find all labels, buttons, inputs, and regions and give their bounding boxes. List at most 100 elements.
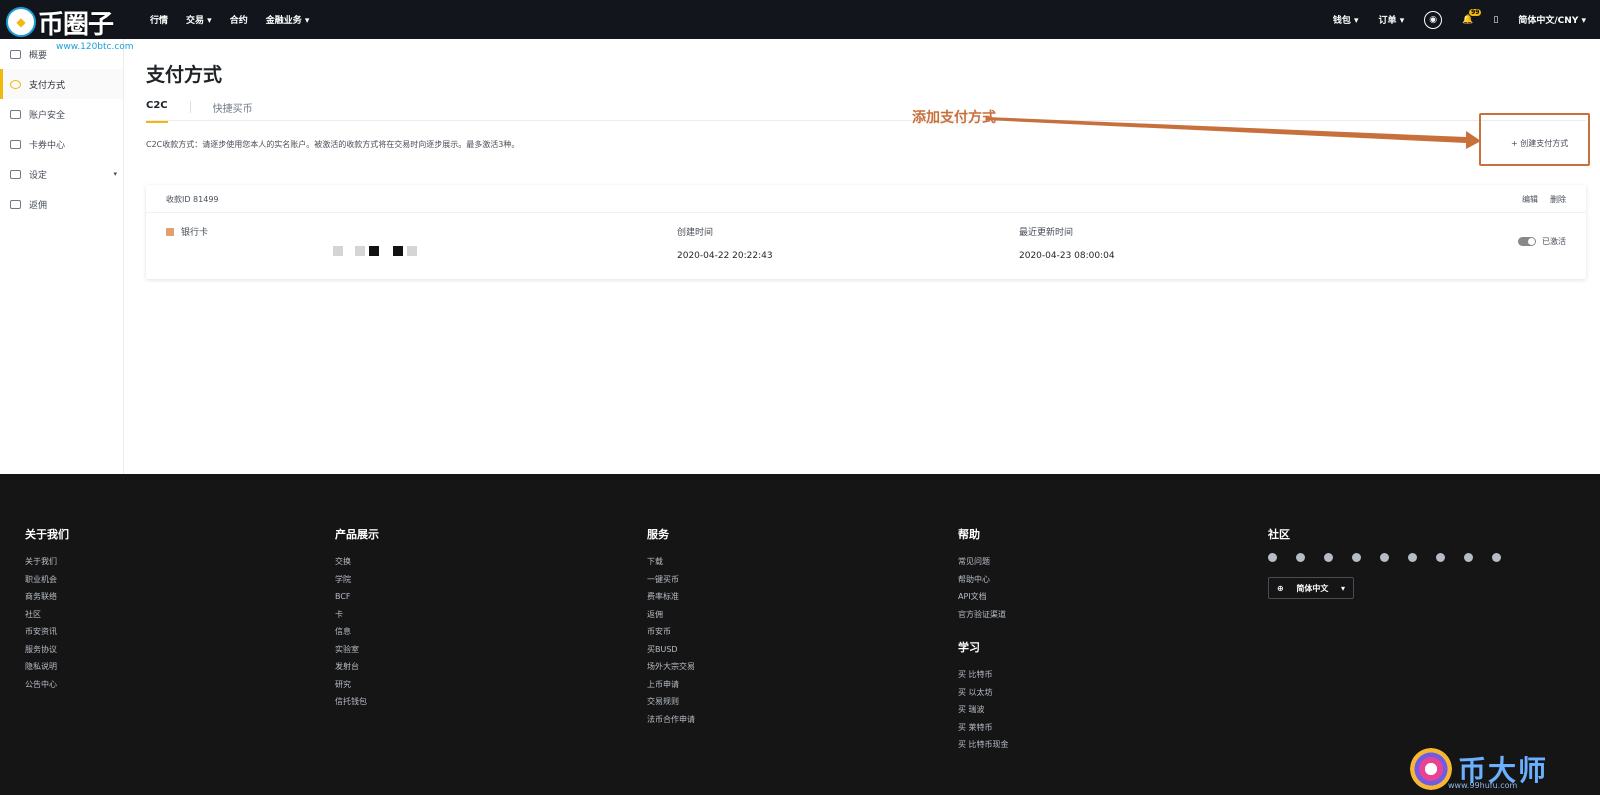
- chevron-down-icon: ▾: [113, 170, 117, 178]
- instagram-icon[interactable]: [1408, 553, 1417, 562]
- logo[interactable]: ◆ 币圈子 www.120btc.com: [6, 2, 134, 52]
- footer-link[interactable]: API文档: [958, 588, 1009, 606]
- user-icon[interactable]: ◉: [1424, 10, 1443, 29]
- delete-button[interactable]: 删除: [1550, 194, 1566, 205]
- footer-link[interactable]: 交易规则: [647, 693, 695, 711]
- chevron-down-icon: ▾: [1340, 583, 1345, 593]
- footer-heading: 社区: [1268, 528, 1290, 541]
- footer-link[interactable]: 常见问题: [958, 553, 1009, 571]
- footer-heading: 学习: [958, 641, 980, 654]
- updated-time: 最近更新时间 2020-04-23 08:00:04: [1019, 225, 1115, 261]
- sidebar-item-coupons[interactable]: 卡券中心: [0, 129, 123, 159]
- nav-market[interactable]: 行情: [150, 13, 168, 26]
- footer-link[interactable]: 关于我们: [25, 553, 69, 571]
- sidebar: 概要 支付方式 账户安全 卡券中心 设定 ▾ 返佣: [0, 39, 124, 474]
- security-icon: [10, 109, 21, 119]
- footer-link[interactable]: 社区: [25, 606, 69, 624]
- footer-link[interactable]: 商务联络: [25, 588, 69, 606]
- sidebar-item-security[interactable]: 账户安全: [0, 99, 123, 129]
- sidebar-item-label: 账户安全: [29, 110, 66, 121]
- footer-link[interactable]: 买BUSD: [647, 641, 695, 659]
- bank-card-icon: [166, 227, 174, 236]
- updated-time-value: 2020-04-23 08:00:04: [1019, 251, 1115, 261]
- nav-trade[interactable]: 交易 ▾: [186, 13, 212, 26]
- create-payment-method-button[interactable]: + 创建支付方式: [1511, 138, 1568, 149]
- wallet-label: 钱包: [1332, 16, 1351, 26]
- header-right: 钱包 ▾ 订单 ▾ ◉ 🔔 99 ▯ 简体中文/CNY ▾: [1333, 0, 1586, 39]
- nav-futures[interactable]: 合约: [230, 13, 248, 26]
- reddit-icon[interactable]: [1352, 553, 1361, 562]
- footer-link[interactable]: BCF: [335, 588, 379, 606]
- footer-language-select[interactable]: ⊕ 简体中文 ▾: [1268, 577, 1354, 599]
- footer-link[interactable]: 卡: [335, 606, 379, 624]
- top-nav-bar: 行情 交易 ▾ 合约 金融业务 ▾ 钱包 ▾ 订单 ▾ ◉ 🔔 99 ▯ 简体中文…: [0, 0, 1600, 39]
- footer-language-label: 简体中文: [1296, 583, 1329, 593]
- annotation-arrow: [986, 117, 1481, 149]
- sidebar-item-label: 返佣: [29, 200, 48, 211]
- coinmarketcap-icon[interactable]: [1464, 553, 1473, 562]
- footer-service: 服务 下载 一键买币 费率标准 返佣 币安币 买BUSD 场外大宗交易 上币申请…: [647, 526, 695, 728]
- watermark-url: www.99hufu.com: [1448, 781, 1518, 790]
- sidebar-item-settings[interactable]: 设定 ▾: [0, 159, 123, 189]
- footer-link[interactable]: 上币申请: [647, 676, 695, 694]
- footer-link[interactable]: 职业机会: [25, 571, 69, 589]
- created-time-value: 2020-04-22 20:22:43: [677, 251, 773, 261]
- logo-mark-icon: ◆: [6, 7, 36, 37]
- footer-link[interactable]: 官方验证渠道: [958, 606, 1009, 624]
- activation-toggle[interactable]: 已激活: [1518, 236, 1566, 247]
- annotation-label: 添加支付方式: [912, 110, 996, 126]
- wallet-menu[interactable]: 钱包 ▾: [1333, 13, 1359, 26]
- footer-link[interactable]: 费率标准: [647, 588, 695, 606]
- vk-icon[interactable]: [1436, 553, 1445, 562]
- toggle-switch[interactable]: [1518, 237, 1536, 246]
- footer-link[interactable]: 交换: [335, 553, 379, 571]
- download-icon[interactable]: ▯: [1493, 15, 1498, 25]
- footer-link[interactable]: 买 莱特币: [958, 719, 1009, 737]
- footer-link[interactable]: 买 以太坊: [958, 684, 1009, 702]
- footer-link[interactable]: 研究: [335, 676, 379, 694]
- footer-link[interactable]: 帮助中心: [958, 571, 1009, 589]
- footer-link[interactable]: 信息: [335, 623, 379, 641]
- footer-link[interactable]: 实验室: [335, 641, 379, 659]
- footer-link[interactable]: 学院: [335, 571, 379, 589]
- footer-link[interactable]: 一键买币: [647, 571, 695, 589]
- language-menu[interactable]: 简体中文/CNY ▾: [1518, 13, 1586, 26]
- footer-link[interactable]: 隐私说明: [25, 658, 69, 676]
- footer-link[interactable]: 信托钱包: [335, 693, 379, 711]
- youtube-icon[interactable]: [1492, 553, 1501, 562]
- sidebar-item-referral[interactable]: 返佣: [0, 189, 123, 219]
- facebook-icon[interactable]: [1296, 553, 1305, 562]
- edit-button[interactable]: 编辑: [1522, 194, 1538, 205]
- footer-link[interactable]: 返佣: [647, 606, 695, 624]
- footer-about: 关于我们 关于我们 职业机会 商务联络 社区 币安资讯 服务协议 隐私说明 公告…: [25, 526, 69, 693]
- footer-link[interactable]: 公告中心: [25, 676, 69, 694]
- page-title: 支付方式: [146, 64, 223, 86]
- sidebar-item-payment[interactable]: 支付方式: [0, 69, 123, 99]
- payment-id: 收款ID 81499: [166, 195, 219, 204]
- sidebar-item-label: 概要: [29, 50, 48, 61]
- masked-account-number: [333, 246, 417, 256]
- overview-icon: [10, 49, 21, 59]
- footer-link[interactable]: 下载: [647, 553, 695, 571]
- masked-block: [333, 246, 343, 256]
- nav-finance[interactable]: 金融业务 ▾: [266, 13, 310, 26]
- footer-link[interactable]: 场外大宗交易: [647, 658, 695, 676]
- language-label: 简体中文/CNY: [1518, 16, 1579, 26]
- footer-link[interactable]: 法币合作申请: [647, 711, 695, 729]
- weibo-icon[interactable]: [1380, 553, 1389, 562]
- created-time: 创建时间 2020-04-22 20:22:43: [677, 225, 773, 261]
- footer-link[interactable]: 币安资讯: [25, 623, 69, 641]
- footer-link[interactable]: 服务协议: [25, 641, 69, 659]
- telegram-icon[interactable]: [1268, 553, 1277, 562]
- footer-link[interactable]: 买 瑞波: [958, 701, 1009, 719]
- nav-trade-label: 交易: [186, 16, 205, 26]
- orders-menu[interactable]: 订单 ▾: [1379, 13, 1405, 26]
- footer-link[interactable]: 币安币: [647, 623, 695, 641]
- bell-icon[interactable]: 🔔 99: [1462, 8, 1482, 25]
- footer-link[interactable]: 买 比特币: [958, 666, 1009, 684]
- globe-icon: ⊕: [1277, 583, 1284, 593]
- payment-icon: [10, 79, 21, 89]
- twitter-icon[interactable]: [1324, 553, 1333, 562]
- footer-link[interactable]: 发射台: [335, 658, 379, 676]
- footer-link[interactable]: 买 比特币现金: [958, 736, 1009, 754]
